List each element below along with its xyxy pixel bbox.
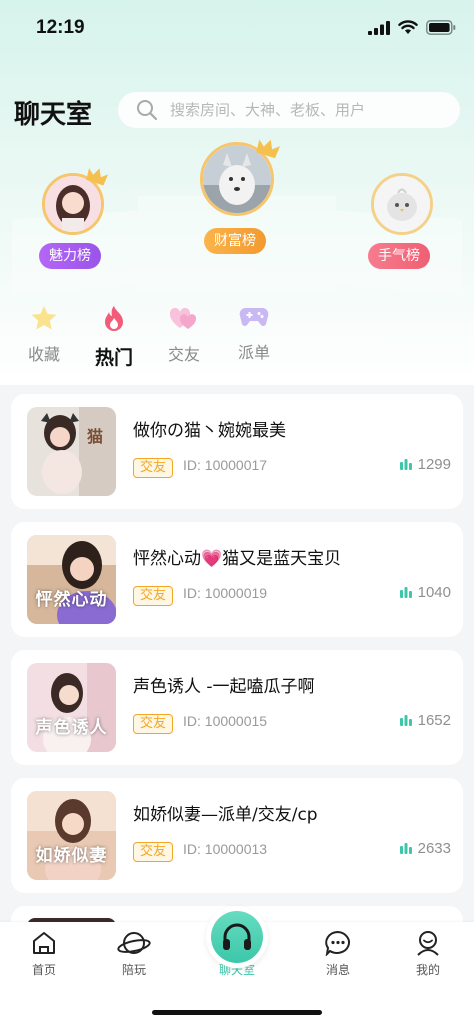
ranking-wealth[interactable] (198, 139, 281, 216)
chat-bubble-icon (325, 930, 350, 957)
gamepad-icon (239, 307, 269, 326)
room-thumbnail: 声色诱人 (27, 663, 116, 752)
tab-friends-label: 交友 (167, 345, 200, 364)
star-icon (31, 306, 57, 330)
status-time: 12:19 (36, 17, 85, 38)
tab-home-label: 首页 (31, 963, 56, 977)
tab-favorites-label: 收藏 (27, 345, 60, 364)
room-card[interactable]: 怦然心动 怦然心动💗猫又是蓝天宝贝 交友 ID: 10000019 1040 (11, 522, 463, 637)
ranking-wealth-label[interactable]: 财富榜 (204, 228, 266, 254)
sound-wave-icon (399, 586, 412, 598)
home-icon (33, 932, 55, 954)
room-hot-value: 2633 (417, 840, 451, 857)
room-id: ID: 10000015 (183, 713, 268, 729)
search-bar[interactable] (118, 92, 460, 128)
tab-messages-label: 消息 (325, 963, 350, 977)
tab-dispatch-label: 派单 (237, 343, 270, 362)
ranking-charm[interactable] (38, 168, 109, 235)
headphones-icon (223, 923, 251, 950)
room-title: 做你の猫丶婉婉最美 (133, 421, 286, 441)
room-title: 声色诱人 -一起嗑瓜子啊 (133, 677, 315, 697)
tab-friends[interactable]: 交友 (154, 305, 214, 365)
tab-profile[interactable]: 我的 (398, 930, 458, 978)
ranking-charm-label[interactable]: 魅力榜 (39, 243, 101, 269)
battery-icon (426, 20, 456, 35)
sound-wave-icon (399, 842, 412, 854)
room-tag: 交友 (133, 586, 174, 606)
hearts-icon (169, 307, 197, 329)
tab-companion-label: 陪玩 (121, 963, 146, 977)
ranking-luck-label[interactable]: 手气榜 (368, 243, 430, 269)
room-hot-count: 1299 (399, 456, 451, 473)
room-card[interactable]: 如娇似妻 如娇似妻—派单/交友/cp 交友 ID: 10000013 2633 (11, 778, 463, 893)
room-thumbnail: 怦然心动 (27, 535, 116, 624)
thumbnail-overlay-text: 猫 (87, 427, 104, 446)
wifi-icon (398, 20, 418, 34)
ranking-luck[interactable] (370, 173, 434, 235)
room-hot-value: 1040 (417, 584, 451, 601)
thumbnail-overlay-text: 如娇似妻 (35, 846, 108, 866)
sound-wave-icon (399, 714, 412, 726)
home-indicator (152, 1010, 322, 1015)
thumbnail-overlay-text: 声色诱人 (35, 718, 108, 738)
tab-hot-label: 热门 (94, 347, 133, 369)
tab-profile-label: 我的 (415, 963, 440, 977)
room-title: 如娇似妻—派单/交友/cp (133, 805, 318, 825)
chatroom-center-button[interactable] (206, 906, 268, 968)
search-input[interactable] (170, 92, 450, 128)
user-icon (417, 931, 439, 956)
room-hot-count: 2633 (399, 840, 451, 857)
chatroom-center-button-fill (211, 911, 263, 963)
room-title: 怦然心动💗猫又是蓝天宝贝 (133, 549, 342, 569)
room-hot-count: 1652 (399, 712, 451, 729)
room-tag: 交友 (133, 458, 174, 478)
search-icon (137, 100, 158, 121)
room-id: ID: 10000019 (183, 585, 268, 601)
status-bar: 12:19 (0, 0, 474, 56)
room-card[interactable]: 猫 做你の猫丶婉婉最美 交友 ID: 10000017 1299 (11, 394, 463, 509)
planet-icon (117, 932, 151, 954)
tab-chatroom[interactable]: 聊天室 (206, 906, 268, 978)
signal-icon (368, 20, 390, 35)
tab-dispatch[interactable]: 派单 (224, 305, 284, 363)
room-tag: 交友 (133, 842, 174, 862)
sound-wave-icon (399, 458, 412, 470)
room-hot-value: 1652 (417, 712, 451, 729)
room-tag: 交友 (133, 714, 174, 734)
tab-hot[interactable]: 热门 (84, 305, 144, 370)
room-card[interactable]: 声色诱人 声色诱人 -一起嗑瓜子啊 交友 ID: 10000015 1652 (11, 650, 463, 765)
tab-messages[interactable]: 消息 (308, 930, 368, 978)
page-title: 聊天室 (14, 100, 93, 130)
room-id: ID: 10000017 (183, 457, 268, 473)
flame-icon (105, 306, 123, 331)
room-hot-value: 1299 (417, 456, 451, 473)
tab-home[interactable]: 首页 (14, 930, 74, 978)
tab-favorites[interactable]: 收藏 (14, 305, 74, 365)
room-hot-count: 1040 (399, 584, 451, 601)
room-thumbnail: 如娇似妻 (27, 791, 116, 880)
tab-companion[interactable]: 陪玩 (104, 930, 164, 978)
status-icons (368, 20, 456, 35)
room-id: ID: 10000013 (183, 841, 268, 857)
room-thumbnail: 猫 (27, 407, 116, 496)
avatar-luck (371, 173, 433, 235)
thumbnail-overlay-text: 怦然心动 (35, 590, 108, 610)
category-tabs: 收藏 热门 交友 派单 (0, 305, 474, 375)
